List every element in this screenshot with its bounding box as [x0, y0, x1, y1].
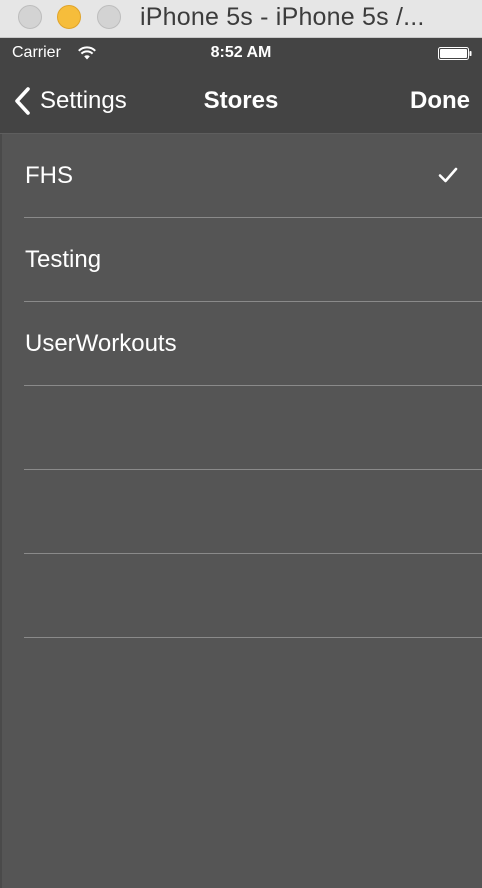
navigation-bar: Settings Stores Done	[0, 68, 482, 134]
battery-icon	[438, 47, 472, 60]
store-name: Testing	[25, 246, 102, 273]
window-titlebar[interactable]: iPhone 5s - iPhone 5s /...	[0, 0, 482, 38]
table-row[interactable]: FHS	[0, 134, 482, 218]
minimize-window-button[interactable]	[57, 5, 81, 29]
status-bar: Carrier 8:52 AM	[0, 38, 482, 68]
empty-table-row	[0, 554, 482, 638]
back-button-label: Settings	[40, 87, 127, 114]
store-name: UserWorkouts	[25, 330, 177, 357]
simulator-window: iPhone 5s - iPhone 5s /... Carrier 8:52 …	[0, 0, 482, 888]
close-window-button[interactable]	[18, 5, 42, 29]
table-row[interactable]: UserWorkouts	[0, 302, 482, 386]
chevron-left-icon	[15, 87, 30, 115]
empty-table-row	[0, 386, 482, 470]
window-left-edge	[0, 134, 2, 888]
back-button[interactable]: Settings	[12, 86, 127, 116]
checkmark-icon	[438, 167, 458, 183]
empty-table-row	[0, 470, 482, 554]
zoom-window-button[interactable]	[97, 5, 121, 29]
stores-table: FHS Testing UserWorkouts	[0, 134, 482, 638]
status-time: 8:52 AM	[210, 44, 272, 61]
store-name: FHS	[25, 162, 73, 189]
window-title: iPhone 5s - iPhone 5s /...	[140, 3, 425, 31]
table-row[interactable]: Testing	[0, 218, 482, 302]
done-button[interactable]: Done	[410, 87, 470, 115]
